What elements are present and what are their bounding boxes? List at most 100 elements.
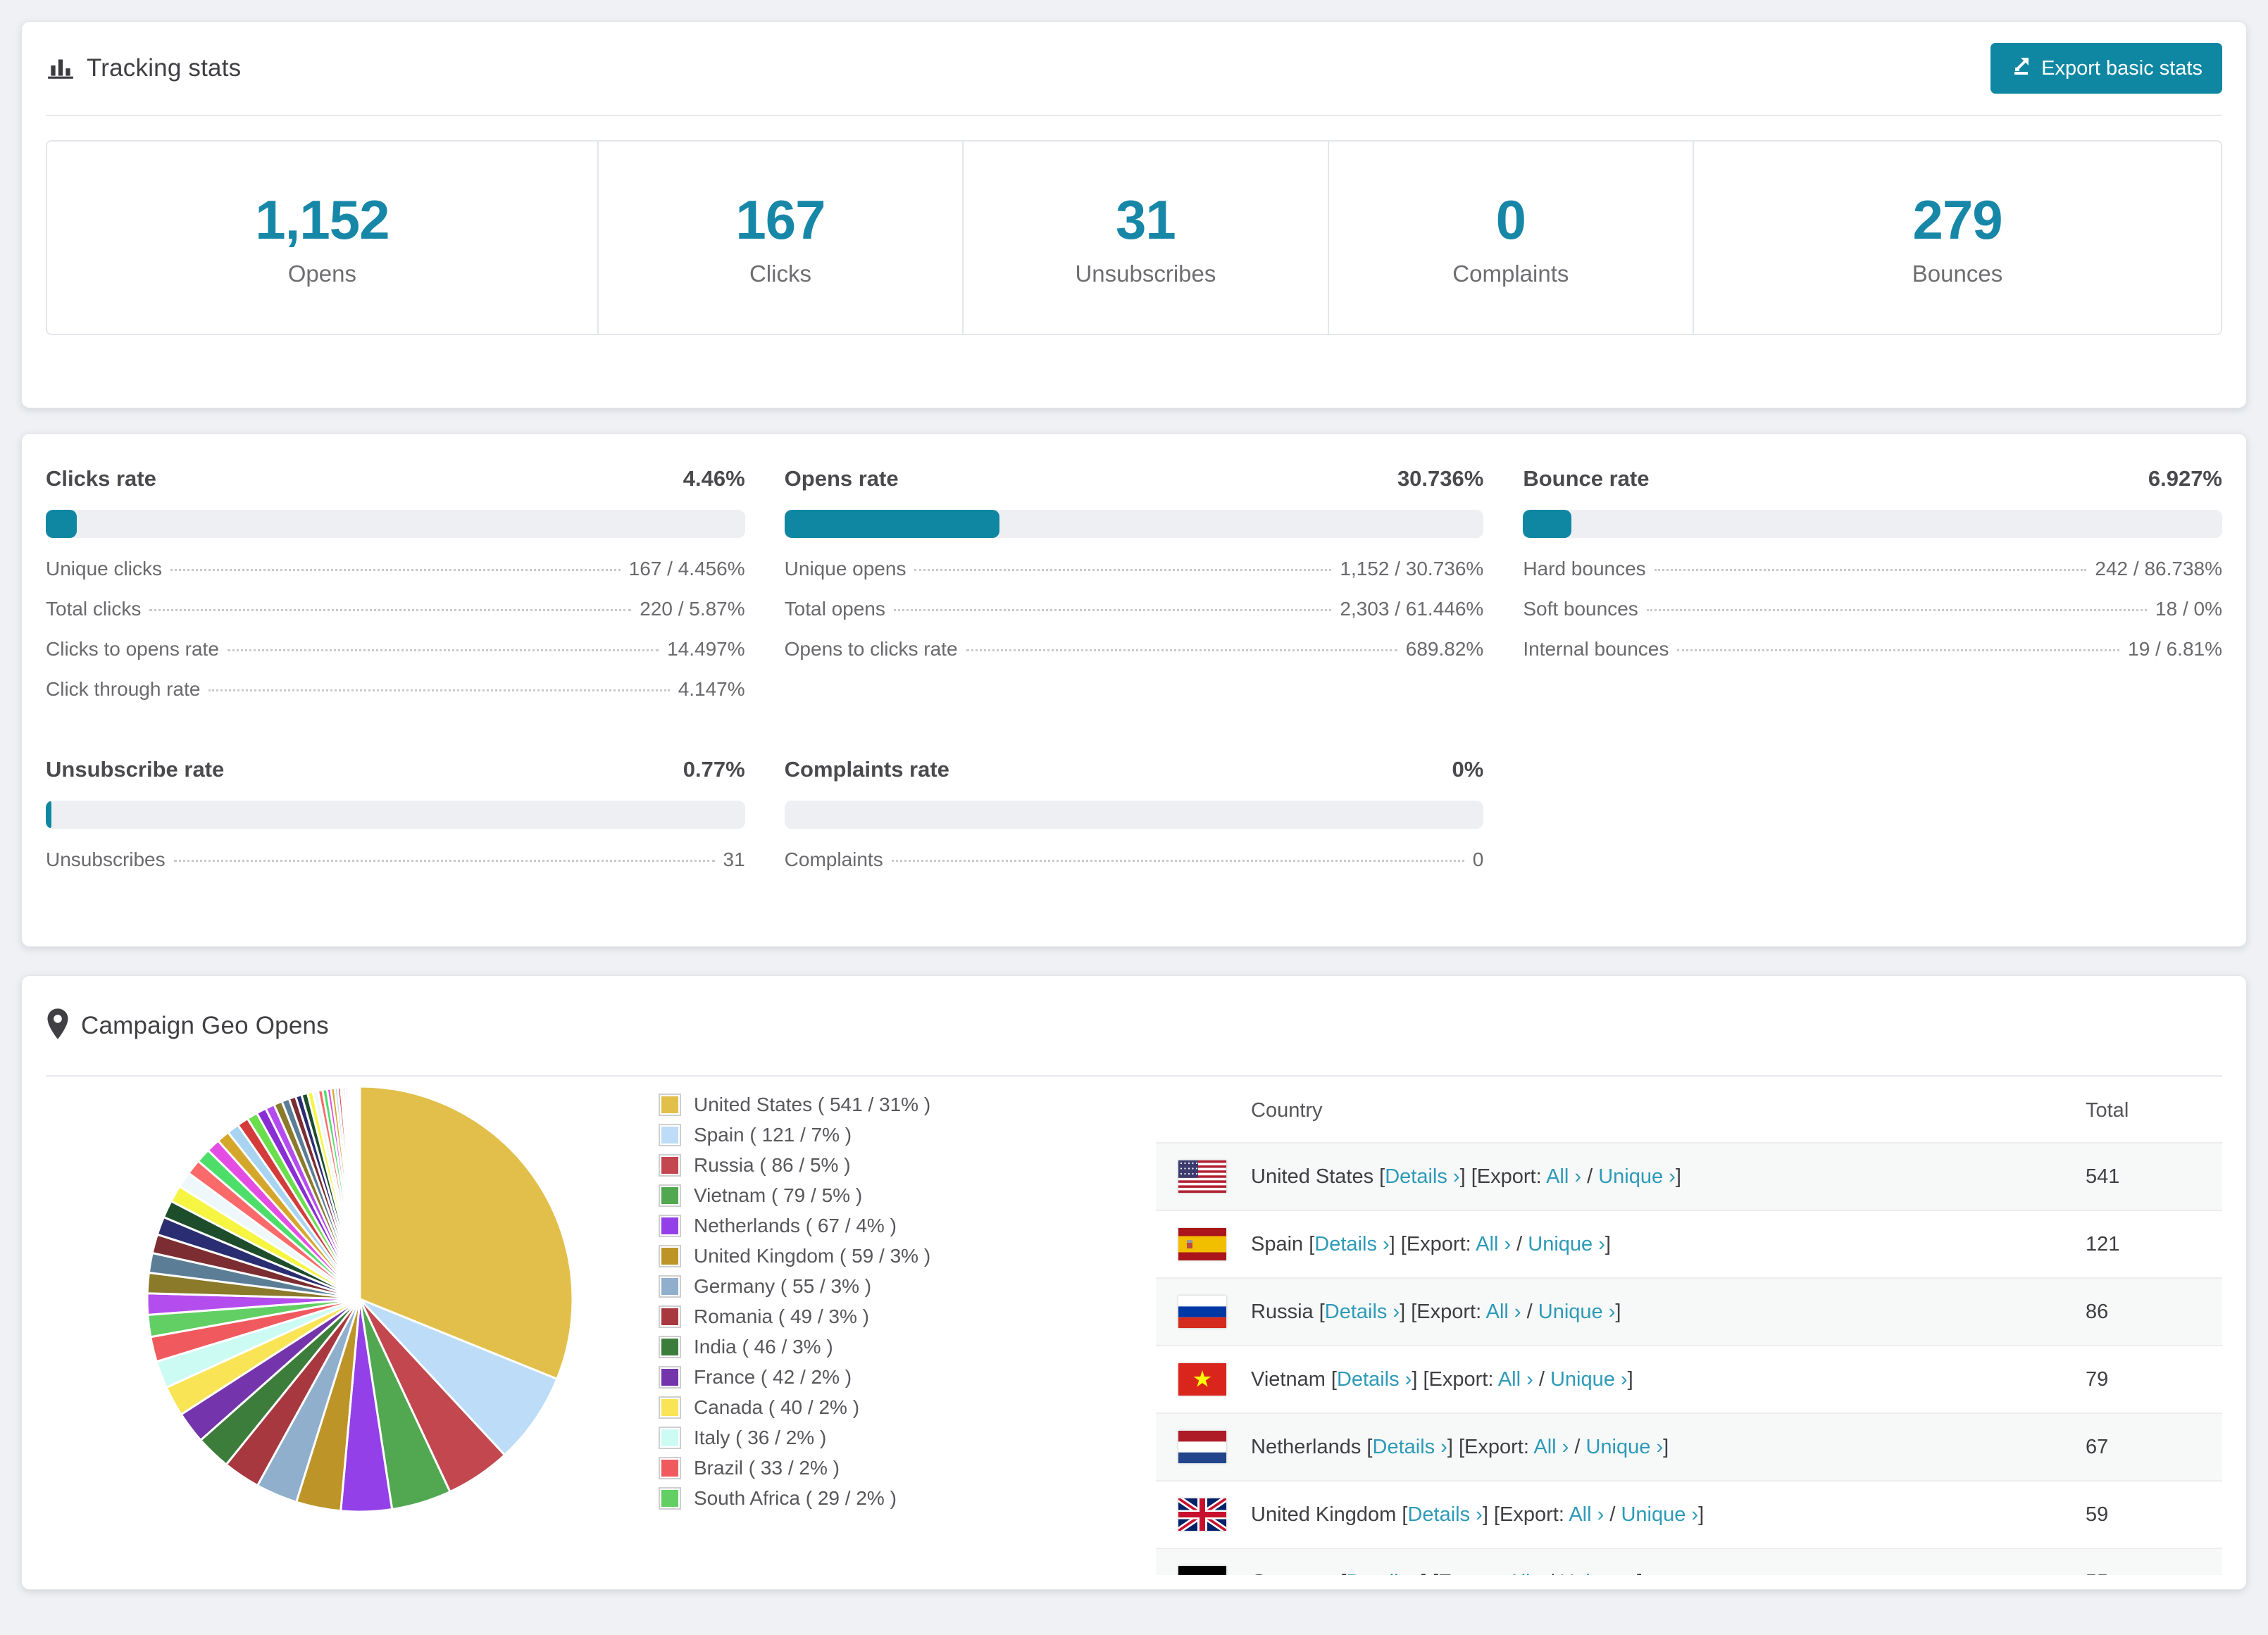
tracking-stats-header: Tracking stats Export basic stats (46, 22, 2222, 116)
progress-bar (1523, 510, 2222, 538)
legend-swatch (659, 1093, 681, 1116)
rates-grid: Clicks rate 4.46% Unique clicks 167 / 4.… (46, 466, 2222, 889)
legend-label: Germany ( 55 / 3% ) (694, 1274, 872, 1297)
export-basic-stats-button[interactable]: Export basic stats (1990, 43, 2222, 94)
rate-row-value: 14.497% (667, 638, 745, 660)
legend-label: France ( 42 / 2% ) (694, 1365, 852, 1388)
summary-stat-complaints: 0 Complaints (1327, 142, 1693, 334)
geo-pie-chart (46, 1077, 659, 1517)
legend-item: Brazil ( 33 / 2% ) (659, 1453, 1135, 1483)
export-all-link[interactable]: All › (1533, 1436, 1569, 1458)
country-flag-icon (1178, 1296, 1226, 1328)
export-unique-link[interactable]: Unique › (1528, 1233, 1605, 1255)
rate-title: Clicks rate (46, 466, 156, 491)
legend-label: Spain ( 121 / 7% ) (694, 1123, 852, 1146)
geo-table-row-de: Germany [Details ›] [Export: All › / Uni… (1156, 1548, 2222, 1575)
legend-item: United Kingdom ( 59 / 3% ) (659, 1241, 1135, 1271)
legend-item: Germany ( 55 / 3% ) (659, 1271, 1135, 1301)
legend-item: India ( 46 / 3% ) (659, 1332, 1135, 1362)
geo-table-row-us: United States [Details ›] [Export: All ›… (1156, 1142, 2222, 1210)
rate-section: Bounce rate 6.927% Hard bounces 242 / 86… (1523, 466, 2222, 718)
export-unique-link[interactable]: Unique › (1550, 1368, 1628, 1391)
dotted-leader (1654, 569, 2087, 571)
dotted-leader (208, 689, 670, 691)
geo-table-row-gb: United Kingdom [Details ›] [Export: All … (1156, 1480, 2222, 1548)
rate-row-label: Soft bounces (1523, 598, 1638, 620)
legend-swatch (659, 1486, 681, 1510)
rate-section: Complaints rate 0% Complaints 0 (784, 757, 1484, 889)
rate-detail-row: Unique clicks 167 / 4.456% (46, 558, 745, 598)
dotted-leader (1646, 609, 2148, 611)
legend-item: Spain ( 121 / 7% ) (659, 1120, 1135, 1150)
legend-item: United States ( 541 / 31% ) (659, 1089, 1135, 1120)
rate-row-value: 689.82% (1405, 638, 1484, 660)
details-link[interactable]: Details › (1346, 1571, 1421, 1576)
rate-value: 30.736% (1397, 466, 1484, 491)
geo-legend: United States ( 541 / 31% ) Spain ( 121 /… (659, 1089, 1135, 1513)
legend-swatch (659, 1456, 681, 1479)
geo-table-row-es: Spain [Details ›] [Export: All › / Uniqu… (1156, 1210, 2222, 1277)
export-unique-link[interactable]: Unique › (1559, 1571, 1637, 1576)
tracking-stats-card: Tracking stats Export basic stats 1,152 … (21, 21, 2247, 408)
stat-label: Complaints (1452, 261, 1569, 287)
geo-table-row-vn: Vietnam [Details ›] [Export: All › / Uni… (1156, 1345, 2222, 1412)
rate-section: Opens rate 30.736% Unique opens 1,152 / … (784, 466, 1484, 718)
rate-row-label: Internal bounces (1523, 638, 1669, 660)
export-unique-link[interactable]: Unique › (1585, 1436, 1663, 1458)
export-all-link[interactable]: All › (1498, 1368, 1533, 1391)
rate-value: 4.46% (683, 466, 745, 491)
details-link[interactable]: Details › (1373, 1436, 1447, 1458)
dotted-leader (893, 609, 1332, 611)
progress-bar (784, 801, 1484, 829)
country-total: 121 (2086, 1232, 2120, 1255)
summary-stat-opens: 1,152 Opens (47, 142, 597, 334)
legend-label: India ( 46 / 3% ) (694, 1335, 833, 1358)
legend-swatch (659, 1123, 681, 1146)
rate-section: Unsubscribe rate 0.77% Unsubscribes 31 (46, 757, 745, 889)
details-link[interactable]: Details › (1325, 1301, 1400, 1323)
progress-bar-fill (46, 510, 77, 538)
details-link[interactable]: Details › (1314, 1233, 1389, 1255)
export-all-link[interactable]: All › (1507, 1571, 1543, 1576)
legend-swatch (659, 1274, 681, 1298)
rate-detail-row: Unique opens 1,152 / 30.736% (785, 558, 1484, 598)
legend-item: Canada ( 40 / 2% ) (659, 1392, 1135, 1422)
geo-title: Campaign Geo Opens (81, 1011, 329, 1039)
legend-swatch (659, 1214, 681, 1237)
rate-detail-row: Total opens 2,303 / 61.446% (785, 598, 1484, 638)
rate-detail-row: Total clicks 220 / 5.87% (46, 598, 745, 638)
export-all-link[interactable]: All › (1476, 1233, 1511, 1255)
export-all-link[interactable]: All › (1546, 1165, 1581, 1188)
rate-row-value: 167 / 4.456% (628, 558, 745, 580)
details-link[interactable]: Details › (1337, 1368, 1412, 1391)
stat-label: Opens (287, 261, 356, 287)
summary-stat-unsubscribes: 31 Unsubscribes (962, 142, 1327, 334)
geo-table-row-nl: Netherlands [Details ›] [Export: All › /… (1156, 1412, 2222, 1480)
campaign-geo-opens-card: Campaign Geo Opens United States ( 541 /… (21, 975, 2247, 1590)
export-all-link[interactable]: All › (1569, 1503, 1604, 1526)
legend-label: South Africa ( 29 / 2% ) (694, 1486, 897, 1509)
summary-stat-bounces: 279 Bounces (1693, 142, 2221, 334)
legend-item: Italy ( 36 / 2% ) (659, 1422, 1135, 1453)
export-all-link[interactable]: All › (1486, 1301, 1521, 1323)
details-link[interactable]: Details › (1385, 1165, 1459, 1188)
legend-swatch (659, 1244, 681, 1267)
rate-detail-row: Opens to clicks rate 689.82% (785, 638, 1484, 678)
geo-table-row-ru: Russia [Details ›] [Export: All › / Uniq… (1156, 1277, 2222, 1345)
rate-row-label: Hard bounces (1523, 558, 1646, 580)
rate-value: 0% (1452, 757, 1484, 782)
rate-row-label: Clicks to opens rate (46, 638, 219, 660)
details-link[interactable]: Details › (1407, 1503, 1482, 1526)
dotted-leader (170, 569, 621, 571)
stat-label: Unsubscribes (1075, 261, 1216, 287)
geo-table: Country Total United States [Details ›] … (1156, 1079, 2222, 1575)
rate-row-label: Opens to clicks rate (784, 638, 958, 660)
rate-section: Clicks rate 4.46% Unique clicks 167 / 4.… (46, 466, 745, 718)
legend-item: Russia ( 86 / 5% ) (659, 1150, 1135, 1180)
country-total: 55 (2086, 1571, 2222, 1576)
rate-detail-row: Complaints 0 (785, 848, 1484, 889)
export-unique-link[interactable]: Unique › (1621, 1503, 1698, 1526)
export-unique-link[interactable]: Unique › (1598, 1165, 1676, 1188)
export-unique-link[interactable]: Unique › (1538, 1301, 1616, 1323)
legend-label: Romania ( 49 / 3% ) (694, 1305, 869, 1327)
